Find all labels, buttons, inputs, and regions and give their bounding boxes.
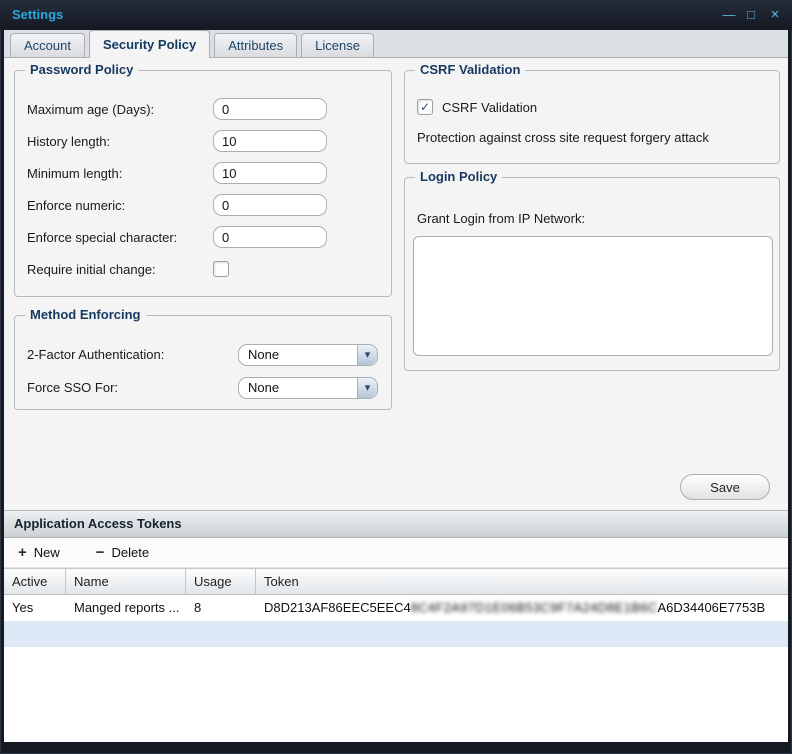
maximize-icon[interactable]: □ [742, 0, 760, 30]
tab-account[interactable]: Account [10, 33, 85, 57]
column-header-name[interactable]: Name [66, 569, 186, 594]
password-policy-legend: Password Policy [25, 62, 138, 78]
cell-active: Yes [4, 595, 66, 621]
require-initial-change-label: Require initial change: [27, 262, 213, 277]
maximum-age-row: Maximum age (Days): [27, 93, 379, 125]
maximum-age-input[interactable] [213, 98, 327, 120]
force-sso-row: Force SSO For: None ▾ [27, 371, 379, 404]
minus-icon: − [96, 545, 105, 560]
enforce-special-label: Enforce special character: [27, 230, 213, 245]
token-end: A6D34406E7753B [657, 595, 765, 621]
token-masked-segment: 8C4F2A97D1E06B53C9F7A24D8E1B6C [411, 595, 658, 621]
grant-login-label: Grant Login from IP Network: [417, 211, 585, 226]
minimum-length-label: Minimum length: [27, 166, 213, 181]
two-factor-label: 2-Factor Authentication: [27, 347, 238, 362]
delete-token-label: Delete [112, 545, 150, 560]
window-body: Account Security Policy Attributes Licen… [4, 30, 788, 742]
csrf-validation-legend: CSRF Validation [415, 62, 525, 78]
tab-bar: Account Security Policy Attributes Licen… [4, 30, 788, 58]
cell-name: Manged reports ... [66, 595, 186, 621]
maximum-age-label: Maximum age (Days): [27, 102, 213, 117]
tokens-toolbar: + New − Delete [4, 538, 788, 568]
minimum-length-row: Minimum length: [27, 157, 379, 189]
force-sso-select[interactable]: None ▾ [238, 377, 378, 399]
minimize-icon[interactable]: — [720, 0, 738, 30]
require-initial-change-checkbox[interactable]: ✓ [213, 261, 229, 277]
csrf-validation-group: CSRF Validation ✓ CSRF Validation Protec… [404, 70, 780, 164]
enforce-numeric-row: Enforce numeric: [27, 189, 379, 221]
csrf-checkbox-label: CSRF Validation [442, 100, 537, 115]
chevron-down-icon: ▾ [357, 345, 377, 365]
table-filler [4, 647, 788, 742]
enforce-numeric-label: Enforce numeric: [27, 198, 213, 213]
history-length-input[interactable] [213, 130, 327, 152]
column-header-usage[interactable]: Usage [186, 569, 256, 594]
enforce-special-row: Enforce special character: [27, 221, 379, 253]
titlebar[interactable]: Settings — □ × [0, 0, 792, 30]
csrf-validation-checkbox[interactable]: ✓ [417, 99, 433, 115]
force-sso-value: None [248, 378, 279, 398]
chevron-down-icon: ▾ [357, 378, 377, 398]
enforce-special-input[interactable] [213, 226, 327, 248]
cell-token: D8D213AF86EEC5EEC4 8C4F2A97D1E06B53C9F7A… [256, 595, 788, 621]
tab-attributes[interactable]: Attributes [214, 33, 297, 57]
window-title: Settings [12, 0, 63, 30]
login-policy-group: Login Policy Grant Login from IP Network… [404, 177, 780, 371]
delete-token-button[interactable]: − Delete [96, 545, 149, 560]
tokens-section-header: Application Access Tokens [4, 510, 788, 538]
history-length-row: History length: [27, 125, 379, 157]
two-factor-value: None [248, 345, 279, 365]
new-token-label: New [34, 545, 60, 560]
enforce-numeric-input[interactable] [213, 194, 327, 216]
close-icon[interactable]: × [766, 0, 784, 30]
login-policy-legend: Login Policy [415, 169, 502, 185]
token-start: D8D213AF86EEC5EEC4 [264, 595, 411, 621]
password-policy-group: Password Policy Maximum age (Days): Hist… [14, 70, 392, 297]
column-header-token[interactable]: Token [256, 569, 788, 594]
method-enforcing-legend: Method Enforcing [25, 307, 146, 323]
plus-icon: + [18, 545, 27, 560]
two-factor-select[interactable]: None ▾ [238, 344, 378, 366]
history-length-label: History length: [27, 134, 213, 149]
require-initial-change-row: Require initial change: ✓ [27, 253, 379, 285]
method-enforcing-group: Method Enforcing 2-Factor Authentication… [14, 315, 392, 410]
minimum-length-input[interactable] [213, 162, 327, 184]
two-factor-row: 2-Factor Authentication: None ▾ [27, 338, 379, 371]
check-icon: ✓ [420, 100, 430, 114]
force-sso-label: Force SSO For: [27, 380, 238, 395]
tokens-table-header: Active Name Usage Token [4, 568, 788, 595]
column-header-active[interactable]: Active [4, 569, 66, 594]
empty-stripe-row [4, 621, 788, 647]
new-token-button[interactable]: + New [18, 545, 60, 560]
cell-usage: 8 [186, 595, 256, 621]
table-row[interactable]: Yes Manged reports ... 8 D8D213AF86EEC5E… [4, 595, 788, 621]
tab-security-policy[interactable]: Security Policy [89, 30, 210, 58]
save-button[interactable]: Save [680, 474, 770, 500]
settings-window: Settings — □ × Account Security Policy A… [0, 0, 792, 754]
tab-license[interactable]: License [301, 33, 374, 57]
grant-login-textarea[interactable] [413, 236, 773, 356]
csrf-description: Protection against cross site request fo… [417, 130, 709, 145]
